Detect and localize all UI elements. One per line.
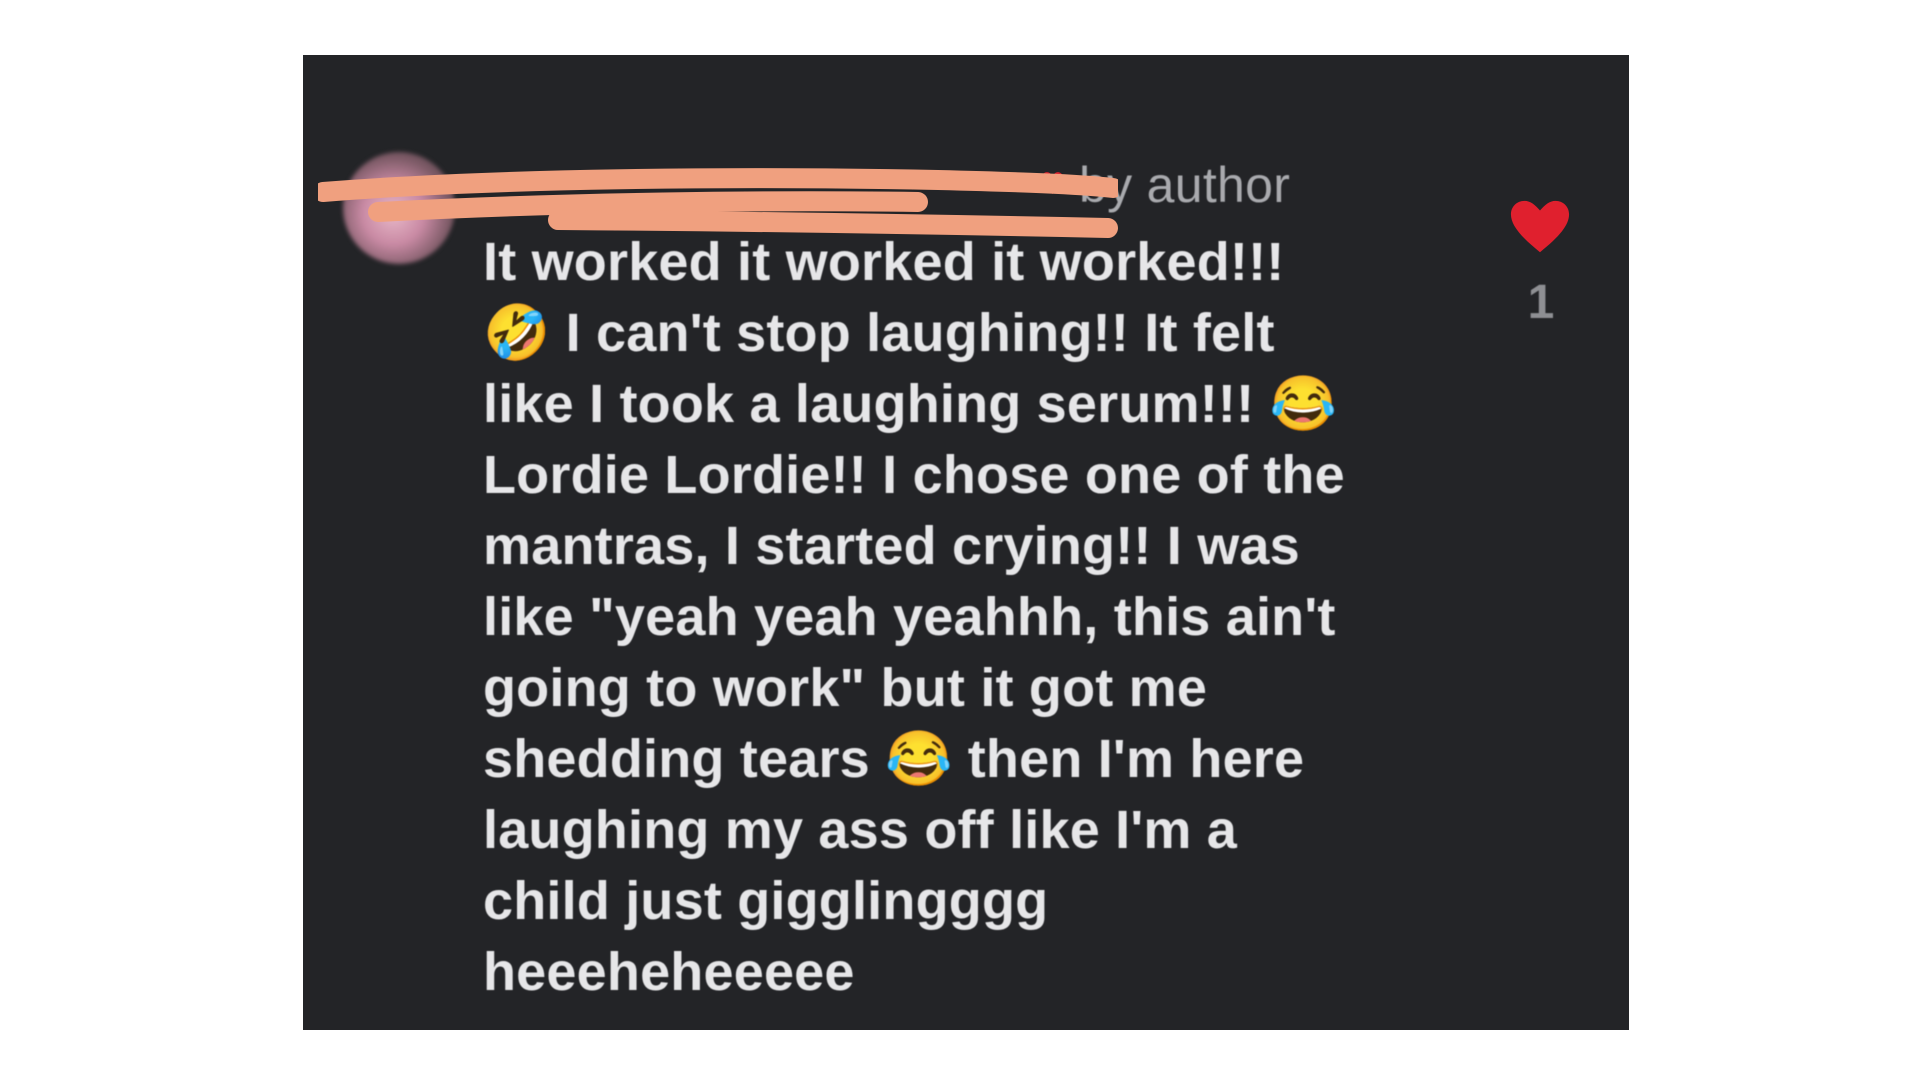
- by-author-label: by author: [1079, 157, 1291, 213]
- heart-icon[interactable]: [1509, 197, 1571, 257]
- comment-header: ♥ by author: [453, 150, 1290, 220]
- avatar[interactable]: [343, 152, 455, 264]
- liked-by-author-heart-icon: ♥: [1039, 167, 1066, 202]
- username[interactable]: [453, 170, 1033, 200]
- comment-panel: ♥ by author It worked it worked it worke…: [303, 55, 1629, 1030]
- comment-text: It worked it worked it worked!!! 🤣 I can…: [483, 232, 1345, 1002]
- like-count: 1: [1527, 276, 1555, 329]
